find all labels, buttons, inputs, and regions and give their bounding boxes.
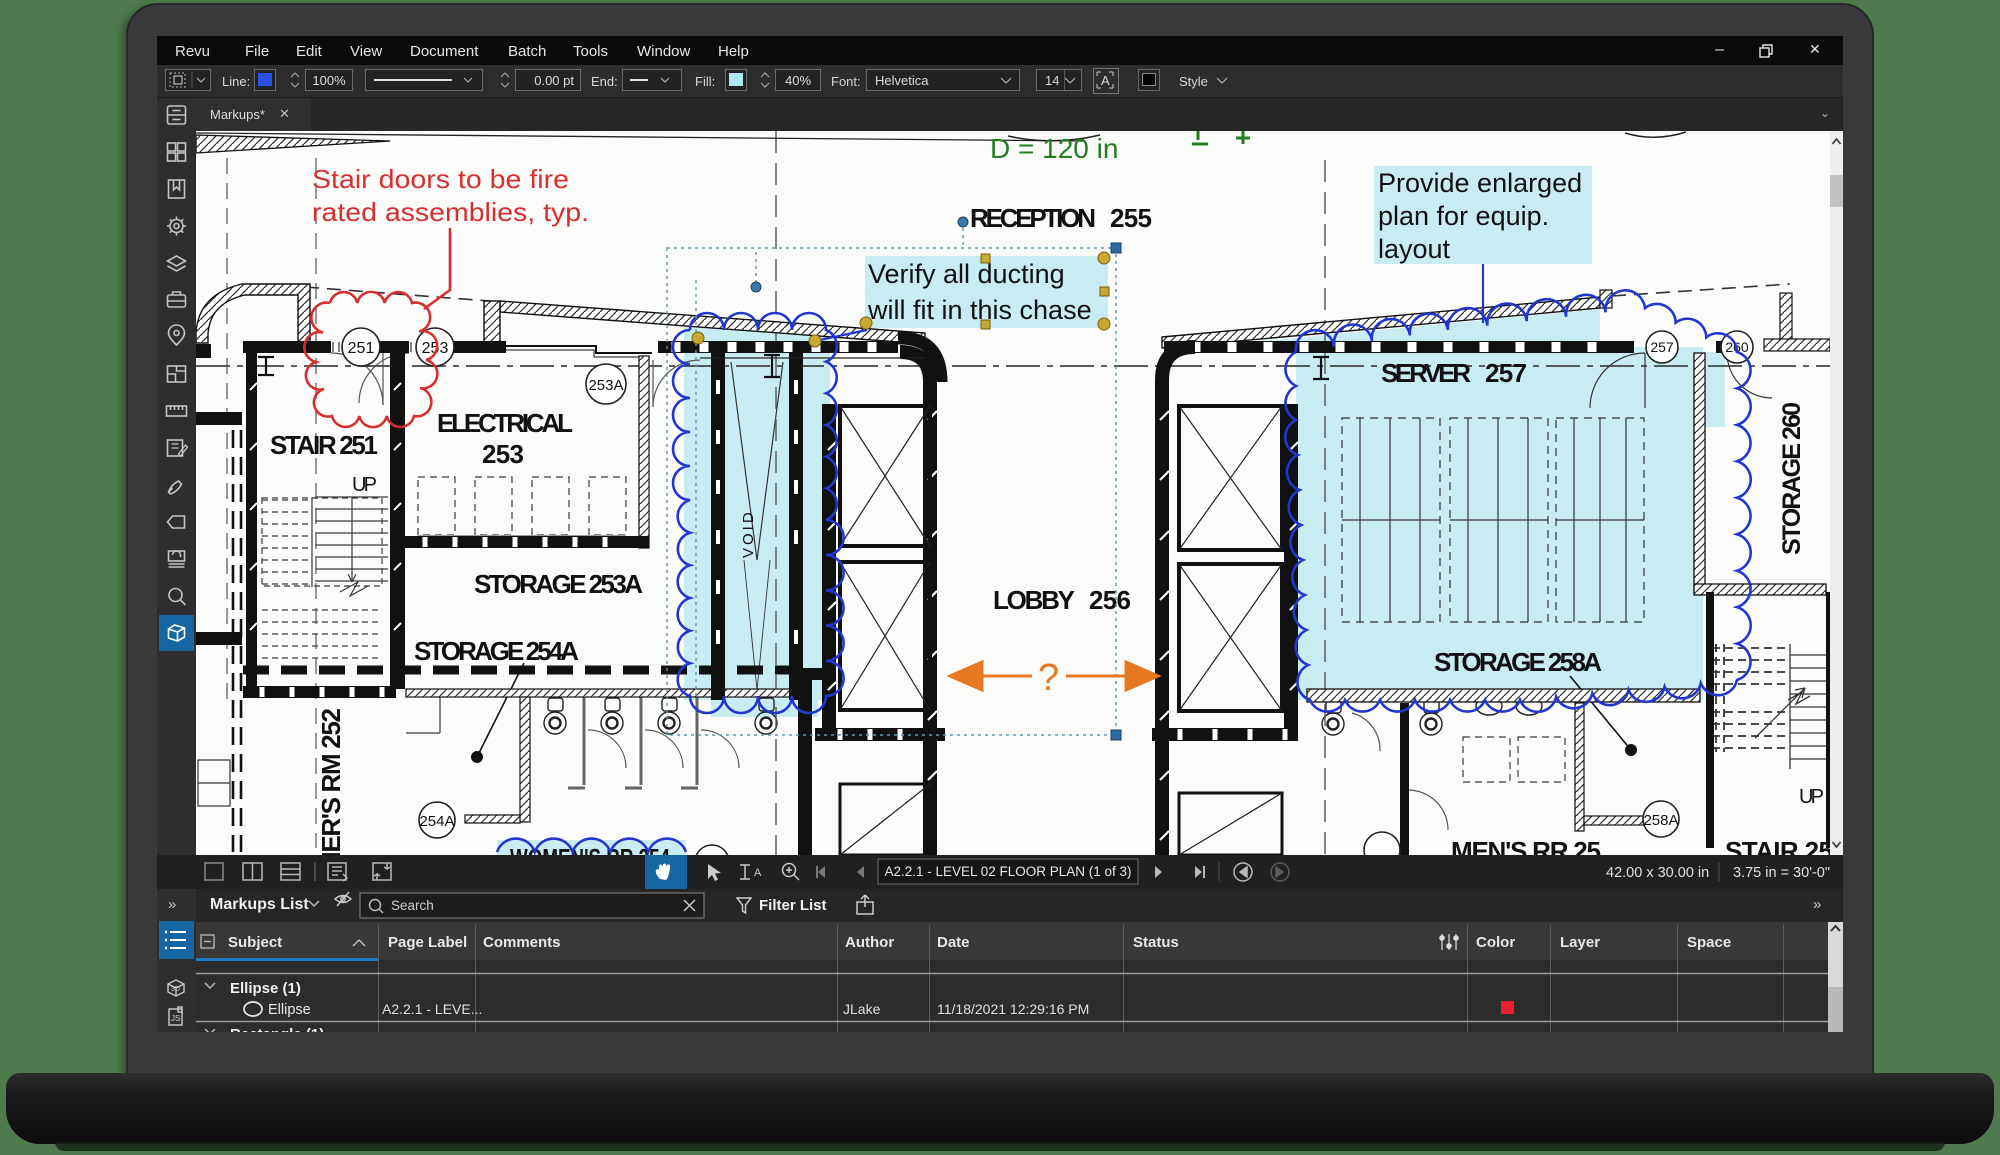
svg-text:A2.2.1 - LEVE...: A2.2.1 - LEVE... bbox=[382, 1001, 482, 1017]
svg-text:Subject: Subject bbox=[228, 934, 282, 951]
svg-text:rated assemblies, typ.: rated assemblies, typ. bbox=[312, 197, 589, 227]
svg-text:3D: 3D bbox=[171, 986, 180, 993]
svg-text:JLake: JLake bbox=[843, 1001, 881, 1017]
svg-text:Markups List: Markups List bbox=[210, 896, 309, 913]
svg-text:255: 255 bbox=[1110, 203, 1152, 233]
svg-text:Ellipse: Ellipse bbox=[268, 1002, 311, 1018]
svg-text:A: A bbox=[1101, 73, 1110, 88]
svg-text:258A: 258A bbox=[1643, 812, 1678, 829]
svg-text:11/18/2021 12:29:16 PM: 11/18/2021 12:29:16 PM bbox=[937, 1001, 1089, 1017]
svg-text:42.00 x 30.00 in: 42.00 x 30.00 in bbox=[1606, 865, 1709, 881]
svg-text:JS: JS bbox=[171, 1014, 180, 1023]
svg-text:Filter List: Filter List bbox=[759, 897, 827, 914]
svg-text:A2.2.1 - LEVEL 02 FLOOR PLAN (: A2.2.1 - LEVEL 02 FLOOR PLAN (1 of 3) bbox=[884, 864, 1131, 879]
svg-text:Comments: Comments bbox=[483, 934, 561, 951]
svg-text:MEN'S RR 25: MEN'S RR 25 bbox=[1451, 836, 1601, 855]
svg-text:Verify all ducting: Verify all ducting bbox=[868, 259, 1065, 289]
svg-text:Date: Date bbox=[937, 934, 970, 951]
svg-text:STORAGE 254A: STORAGE 254A bbox=[414, 636, 579, 666]
svg-text:256: 256 bbox=[1089, 585, 1131, 615]
svg-text:UP: UP bbox=[1799, 786, 1824, 808]
svg-text:SERVER: SERVER bbox=[1381, 358, 1471, 388]
svg-text:A: A bbox=[754, 867, 762, 879]
svg-text:STORAGE 253A: STORAGE 253A bbox=[474, 569, 643, 599]
svg-text:257: 257 bbox=[1650, 339, 1674, 355]
svg-text:Provide enlarged: Provide enlarged bbox=[1378, 168, 1582, 198]
svg-text:D = 120 in: D = 120 in bbox=[990, 133, 1118, 164]
svg-text:253A: 253A bbox=[588, 377, 623, 394]
svg-text:Stair doors to be fire: Stair doors to be fire bbox=[312, 164, 569, 194]
svg-text:layout: layout bbox=[1378, 234, 1451, 264]
svg-text:will fit in this chase: will fit in this chase bbox=[867, 295, 1092, 325]
svg-text:STAIR 251: STAIR 251 bbox=[270, 430, 378, 460]
svg-text:Ellipse (1): Ellipse (1) bbox=[230, 980, 301, 997]
svg-text:254A: 254A bbox=[419, 813, 454, 830]
svg-text:253: 253 bbox=[482, 439, 524, 469]
svg-text:Rectangle (1): Rectangle (1) bbox=[230, 1026, 324, 1032]
svg-text:Search: Search bbox=[391, 898, 434, 913]
svg-text:Status: Status bbox=[1133, 934, 1179, 951]
svg-text:RECEPTION: RECEPTION bbox=[970, 203, 1096, 233]
svg-text:3.75 in = 30'-0": 3.75 in = 30'-0" bbox=[1733, 865, 1830, 881]
svg-text:MER'S RM 252: MER'S RM 252 bbox=[316, 708, 346, 855]
svg-text:257: 257 bbox=[1485, 358, 1527, 388]
svg-text:Space: Space bbox=[1687, 934, 1731, 951]
svg-text:Layer: Layer bbox=[1560, 934, 1600, 951]
svg-text:251: 251 bbox=[348, 340, 375, 357]
svg-text:STORAGE 260: STORAGE 260 bbox=[1778, 402, 1806, 555]
svg-text:ELECTRICAL: ELECTRICAL bbox=[437, 408, 573, 438]
svg-text:plan for equip.: plan for equip. bbox=[1378, 201, 1549, 231]
svg-text:Color: Color bbox=[1476, 934, 1515, 951]
svg-text:VOID: VOID bbox=[740, 509, 757, 558]
svg-text:?: ? bbox=[1038, 657, 1059, 699]
svg-text:»: » bbox=[1813, 896, 1821, 913]
svg-text:»: » bbox=[168, 896, 176, 913]
svg-text:STAIR 25: STAIR 25 bbox=[1725, 836, 1830, 855]
svg-text:STORAGE 258A: STORAGE 258A bbox=[1434, 647, 1602, 677]
svg-text:LOBBY: LOBBY bbox=[993, 585, 1075, 615]
svg-text:Author: Author bbox=[845, 934, 894, 951]
svg-text:UP: UP bbox=[352, 474, 377, 496]
svg-text:Page Label: Page Label bbox=[388, 934, 467, 951]
